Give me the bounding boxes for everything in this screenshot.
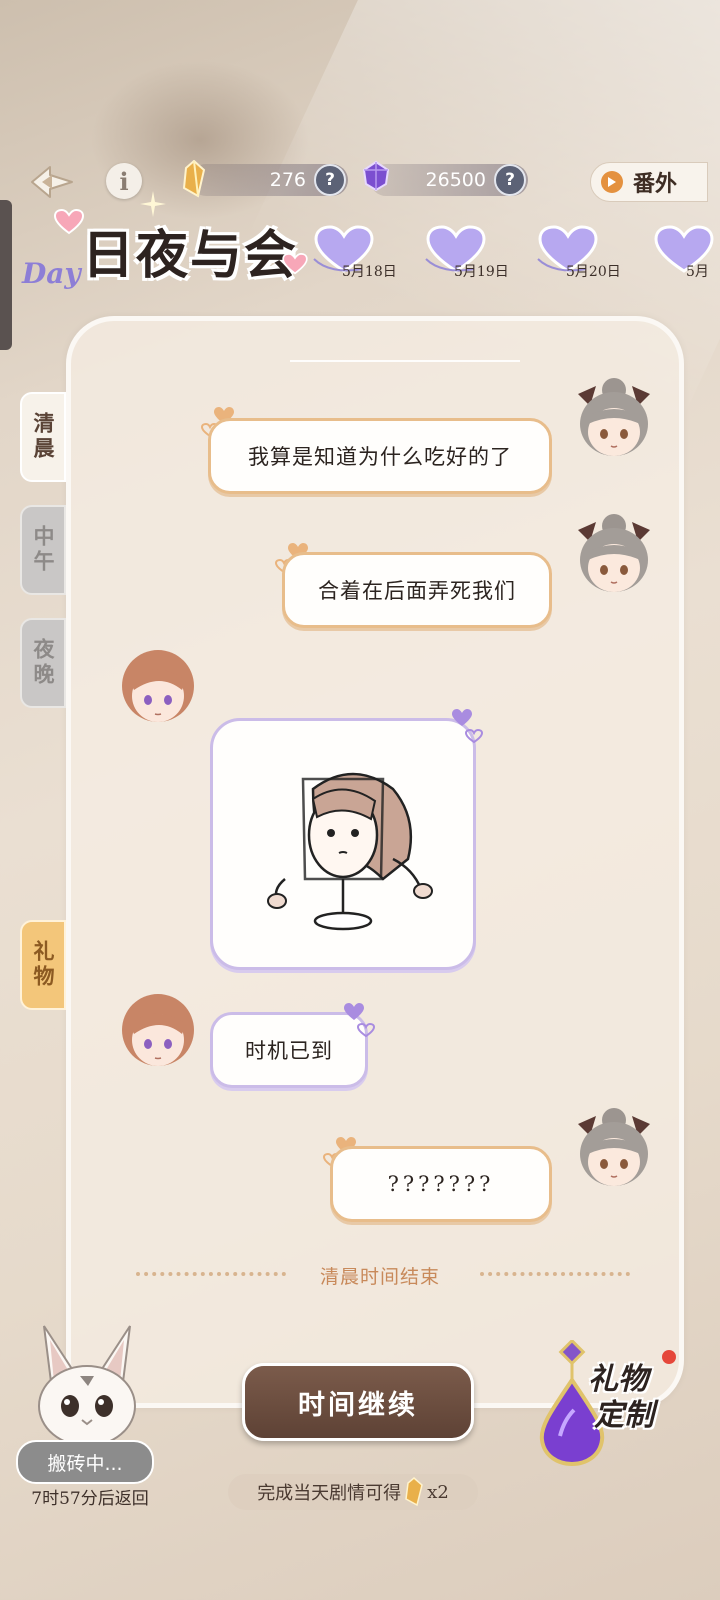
gem-help-button[interactable]: ? xyxy=(494,164,526,196)
gift-custom-label: 礼物 定制 xyxy=(588,1362,654,1434)
info-button[interactable]: i xyxy=(106,163,142,199)
crystal-icon xyxy=(182,160,206,198)
divider-right xyxy=(480,1272,630,1276)
avatar-gray-hair xyxy=(578,514,650,592)
date-label: 5月19日 xyxy=(454,264,509,280)
date-may-19[interactable]: 5月19日 xyxy=(424,225,524,285)
heart-icon xyxy=(54,209,84,235)
bunny-pet-icon[interactable] xyxy=(22,1320,152,1450)
info-icon: i xyxy=(119,166,129,196)
gem-currency: 26500 ? xyxy=(362,160,528,196)
page-title: 日夜与会 Day xyxy=(20,191,310,305)
tab-morning[interactable]: 清晨 xyxy=(20,392,66,482)
avatar-brown-hair xyxy=(122,650,194,722)
gift-custom-line1: 礼物 xyxy=(588,1362,648,1397)
heart-small-icon xyxy=(282,253,308,275)
heart-deco-icon xyxy=(452,709,484,744)
tab-noon[interactable]: 中午 xyxy=(20,505,66,595)
gift-custom-line2: 定制 xyxy=(594,1398,654,1433)
pet-return-time: 7时57分后返回 xyxy=(31,1489,149,1509)
date-next[interactable]: 5月 xyxy=(652,225,720,285)
title-main: 日夜与会 xyxy=(82,225,299,286)
section-end-text: 清晨时间结束 xyxy=(319,1266,440,1288)
continue-time-button[interactable]: 时间继续 xyxy=(242,1363,474,1441)
chat-bubble-me: ??????? xyxy=(330,1146,552,1222)
back-arrow-icon xyxy=(31,166,73,198)
reward-note: 完成当天剧情可得 x2 xyxy=(228,1474,478,1510)
date-may-18[interactable]: 5月18日 xyxy=(312,225,412,285)
edge-handle[interactable] xyxy=(0,200,12,350)
gem-amount: 26500 xyxy=(425,169,486,191)
pet-status-badge: 搬砖中... xyxy=(16,1440,154,1484)
play-icon xyxy=(601,171,623,193)
extra-story-label: 番外 xyxy=(633,171,678,197)
notification-dot xyxy=(662,1350,676,1364)
chat-bubble-me: 我算是知道为什么吃好的了 xyxy=(208,418,552,494)
avatar-gray-hair xyxy=(578,1108,650,1186)
date-may-20[interactable]: 5月20日 xyxy=(536,225,636,285)
extra-story-button[interactable]: 番外 xyxy=(590,162,708,202)
tab-gift[interactable]: 礼物 xyxy=(20,920,66,1010)
crystal-help-button[interactable]: ? xyxy=(314,164,346,196)
date-label: 5月 xyxy=(686,264,709,280)
purple-gem-icon xyxy=(362,160,390,192)
tab-night[interactable]: 夜晚 xyxy=(20,618,66,708)
back-button[interactable] xyxy=(28,163,78,201)
sticker-image xyxy=(267,772,433,931)
crystal-amount: 276 xyxy=(269,169,306,191)
avatar-brown-hair xyxy=(122,994,194,1066)
title-day-tag: Day xyxy=(22,257,81,290)
crystal-icon xyxy=(405,1477,424,1507)
crystal-currency: 276 ? xyxy=(182,160,348,198)
sticker-bubble xyxy=(210,718,476,970)
reward-note-text: 完成当天剧情可得 xyxy=(257,1483,402,1504)
heart-deco-icon xyxy=(344,1003,376,1038)
date-label: 5月18日 xyxy=(342,264,397,280)
avatar-gray-hair xyxy=(578,378,650,456)
date-label: 5月20日 xyxy=(566,264,621,280)
chat-bubble-me: 合着在后面弄死我们 xyxy=(282,552,552,628)
panel-divider xyxy=(290,360,520,362)
divider-left xyxy=(136,1272,286,1276)
reward-multiplier: x2 xyxy=(427,1481,449,1503)
